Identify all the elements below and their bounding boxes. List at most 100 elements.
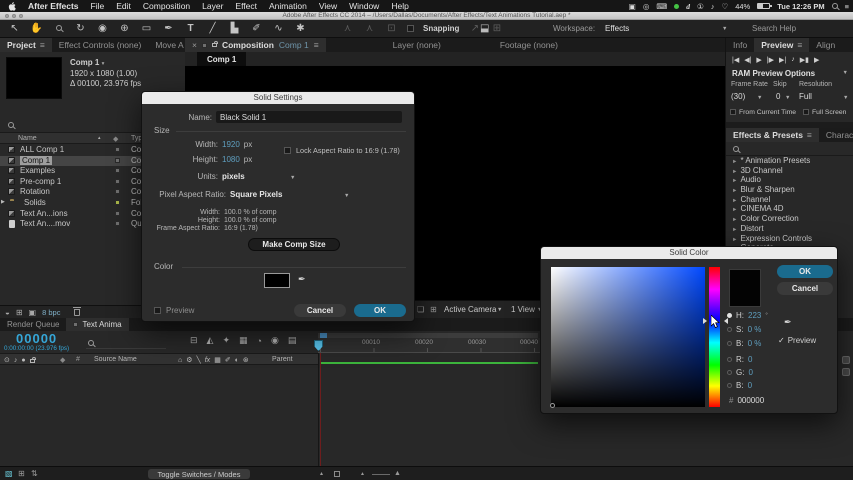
parent-column[interactable]: Parent bbox=[272, 356, 293, 363]
loop-icon[interactable]: ▶ bbox=[814, 56, 819, 64]
active-camera-dropdown[interactable]: Active Camera bbox=[444, 305, 496, 314]
comp-flowchart-icon[interactable]: ⊟ bbox=[190, 335, 198, 346]
effects-category[interactable]: ►Audio bbox=[726, 175, 853, 185]
type-tool[interactable]: T bbox=[184, 23, 197, 34]
label-color-swatch[interactable] bbox=[115, 221, 120, 226]
resolution-dropdown[interactable]: Full bbox=[799, 92, 812, 101]
snapping-checkbox[interactable] bbox=[407, 25, 414, 32]
blue-radio[interactable] bbox=[727, 383, 732, 388]
selection-tool[interactable]: ↖ bbox=[8, 23, 21, 34]
panel-menu-icon[interactable]: ≡ bbox=[314, 40, 319, 50]
green-radio[interactable] bbox=[727, 370, 732, 375]
panel-menu-icon[interactable]: ≡ bbox=[40, 40, 45, 50]
audio-icon[interactable]: ♪ bbox=[791, 56, 795, 63]
workspace-camera-icon[interactable]: ⬓ bbox=[480, 23, 489, 34]
display-icon[interactable]: ▣ bbox=[629, 2, 636, 11]
info-circle-icon[interactable]: ① bbox=[697, 2, 704, 11]
local-axis-mode-icon[interactable]: ⋏ bbox=[341, 23, 354, 34]
label-color-swatch[interactable] bbox=[115, 147, 120, 152]
from-current-time-checkbox[interactable] bbox=[730, 109, 736, 115]
pixel-aspect-dropdown[interactable]: Square Pixels bbox=[230, 190, 282, 199]
graph-editor-icon[interactable]: ▤ bbox=[288, 335, 297, 346]
expand-layer-switches-icon[interactable]: ▧ bbox=[5, 469, 13, 478]
effects-category[interactable]: ►Distort bbox=[726, 224, 853, 234]
effects-category[interactable]: ►Channel bbox=[726, 195, 853, 205]
width-value[interactable]: 1920 bbox=[222, 140, 240, 149]
zoom-in-mountain-icon[interactable]: ▲ bbox=[394, 470, 401, 477]
workspace-dropdown-icon[interactable]: ▼ bbox=[722, 26, 727, 32]
expand-arrow-icon[interactable]: ▶ bbox=[1, 199, 5, 205]
units-dropdown[interactable]: pixels bbox=[222, 172, 245, 181]
tab-timeline-comp[interactable]: Text Anima bbox=[66, 318, 128, 331]
tab-character[interactable]: Character bbox=[819, 128, 853, 142]
tab-composition[interactable]: × Composition Comp 1 ≡ bbox=[185, 38, 326, 52]
tab-info[interactable]: Info bbox=[726, 38, 754, 52]
tab-layer[interactable]: Layer (none) bbox=[386, 38, 448, 52]
chevron-down-icon[interactable]: ▼ bbox=[757, 95, 762, 101]
puppet-pin-tool[interactable]: ✱ bbox=[294, 23, 307, 34]
zoom-tool[interactable] bbox=[52, 23, 65, 34]
current-frame-display[interactable]: 00000 bbox=[16, 331, 57, 346]
heart-icon[interactable]: ♡ bbox=[721, 2, 728, 11]
g-value[interactable]: 0 bbox=[748, 368, 752, 377]
collapse-switch-icon[interactable]: ⚙ bbox=[186, 356, 192, 364]
tab-render-queue[interactable]: Render Queue bbox=[0, 318, 66, 331]
interpret-footage-icon[interactable]: ◒ bbox=[5, 308, 10, 317]
apple-icon[interactable] bbox=[8, 2, 16, 11]
color-depth-button[interactable]: 8 bpc bbox=[42, 308, 60, 317]
menu-animation[interactable]: Animation bbox=[269, 1, 307, 11]
rotation-tool[interactable]: ↻ bbox=[74, 23, 87, 34]
viewer-tab-comp1[interactable]: Comp 1 bbox=[197, 52, 246, 66]
color-field-cursor[interactable] bbox=[550, 403, 555, 408]
roto-brush-tool[interactable]: ∿ bbox=[272, 23, 285, 34]
view-layout-dropdown[interactable]: 1 View bbox=[511, 305, 535, 314]
label-color-swatch[interactable] bbox=[115, 200, 120, 205]
tab-footage[interactable]: Footage (none) bbox=[493, 38, 565, 52]
saturation-radio[interactable] bbox=[727, 327, 732, 332]
effects-category[interactable]: ►Blur & Sharpen bbox=[726, 185, 853, 195]
r-value[interactable]: 0 bbox=[748, 355, 752, 364]
auto-keyframe-icon[interactable]: ◉ bbox=[271, 335, 279, 346]
search-help-input[interactable]: Search Help bbox=[752, 24, 796, 33]
motion-blur-icon[interactable]: ◔ bbox=[257, 336, 262, 346]
frame-rate-dropdown[interactable]: (30) bbox=[731, 92, 745, 101]
region-of-interest-icon[interactable]: ❏ bbox=[417, 305, 424, 314]
tab-preview[interactable]: Preview≡ bbox=[754, 38, 809, 52]
label-color-swatch[interactable] bbox=[115, 168, 120, 173]
play-icon[interactable]: ▶ bbox=[756, 56, 761, 64]
spotlight-icon[interactable] bbox=[832, 3, 838, 9]
hue-marker-left-icon[interactable] bbox=[703, 318, 710, 324]
menu-view[interactable]: View bbox=[319, 1, 337, 11]
timeline-search-field[interactable] bbox=[86, 337, 166, 349]
preview-checkbox[interactable] bbox=[154, 307, 161, 314]
panel-dock-icon[interactable] bbox=[842, 356, 850, 364]
3d-switch-icon[interactable]: ⊛ bbox=[243, 356, 249, 364]
ram-preview-options[interactable]: RAM Preview Options bbox=[732, 69, 815, 78]
lock-icon[interactable] bbox=[212, 43, 217, 47]
ram-preview-icon[interactable]: ▶▮ bbox=[800, 56, 809, 64]
solo-column-icon[interactable]: ● bbox=[21, 357, 25, 364]
source-name-column[interactable]: Source Name bbox=[94, 356, 137, 363]
motion-blur-switch-icon[interactable]: ✐ bbox=[225, 356, 231, 364]
effects-category[interactable]: ►Color Correction bbox=[726, 214, 853, 224]
frame-blend-switch-icon[interactable]: ▦ bbox=[214, 356, 221, 364]
tab-project[interactable]: Project≡ bbox=[0, 38, 52, 52]
shy-switch-icon[interactable]: ⌂ bbox=[178, 357, 182, 364]
chevron-down-icon[interactable]: ▼ bbox=[785, 95, 790, 101]
menu-composition[interactable]: Composition bbox=[143, 1, 190, 11]
comp-marker-icon[interactable]: ▴ bbox=[320, 470, 323, 477]
adjustment-switch-icon[interactable]: ◐ bbox=[235, 357, 239, 364]
menu-edit[interactable]: Edit bbox=[116, 1, 131, 11]
tab-effect-controls[interactable]: Effect Controls (none) bbox=[52, 38, 149, 52]
notification-center-icon[interactable]: ≡ bbox=[845, 2, 849, 11]
s-value[interactable]: 0 % bbox=[748, 325, 762, 334]
timeline-zoom-slider[interactable] bbox=[372, 474, 390, 475]
tab-align[interactable]: Align bbox=[809, 38, 842, 52]
expand-transfer-controls-icon[interactable]: ⊞ bbox=[18, 469, 25, 478]
tab-effects-presets[interactable]: Effects & Presets≡ bbox=[726, 128, 819, 142]
pen-tool[interactable]: ✒ bbox=[162, 23, 175, 34]
camera-tool[interactable]: ◉ bbox=[96, 23, 109, 34]
effects-category[interactable]: ►* Animation Presets bbox=[726, 156, 853, 166]
chevron-down-icon[interactable]: ▼ bbox=[843, 95, 848, 101]
new-comp-icon[interactable]: ▣ bbox=[29, 308, 37, 317]
